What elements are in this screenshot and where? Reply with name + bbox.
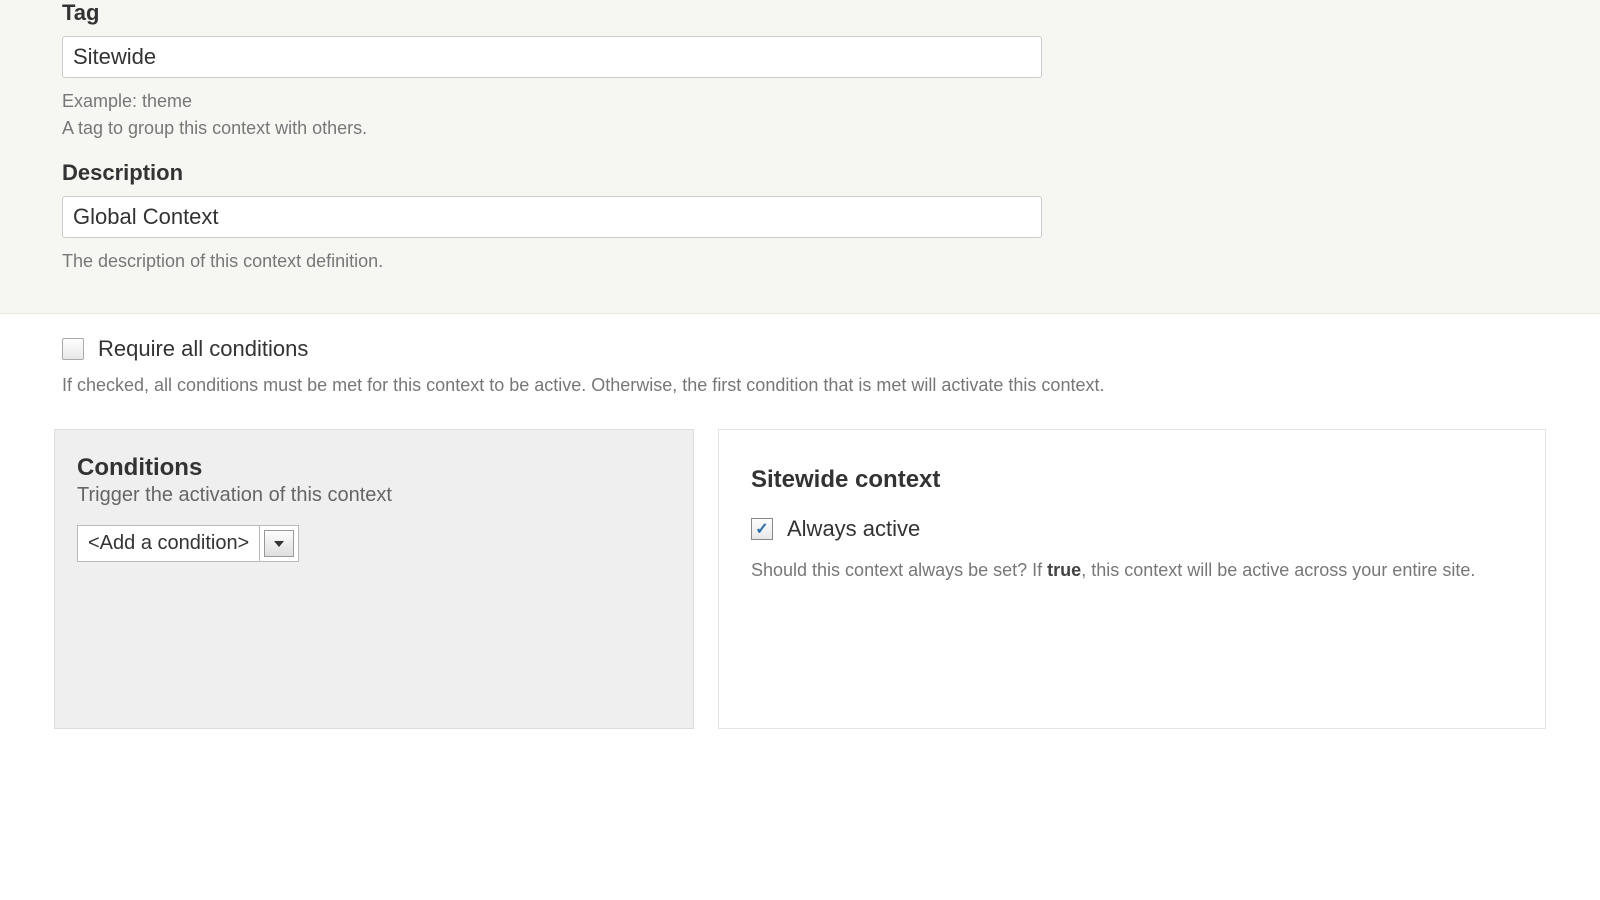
require-all-section: Require all conditions If checked, all c… [0,314,1600,429]
sitewide-help: Should this context always be set? If tr… [751,560,1513,581]
add-condition-select-value: <Add a condition> [78,526,260,561]
chevron-down-icon[interactable] [264,530,294,557]
sitewide-title: Sitewide context [751,466,1513,494]
always-active-checkbox[interactable] [751,518,773,540]
always-active-label: Always active [787,516,920,542]
tag-field-group: Tag Example: theme A tag to group this c… [0,0,1600,160]
require-all-checkbox[interactable] [62,338,84,360]
require-all-label: Require all conditions [98,336,308,362]
conditions-title: Conditions [77,454,671,482]
require-all-help: If checked, all conditions must be met f… [62,372,1538,399]
add-condition-select[interactable]: <Add a condition> [77,525,299,562]
tag-help: Example: theme A tag to group this conte… [62,88,1538,142]
conditions-subtitle: Trigger the activation of this context [77,484,671,507]
description-input[interactable] [62,196,1042,238]
tag-input[interactable] [62,36,1042,78]
conditions-panel: Conditions Trigger the activation of thi… [54,429,694,729]
sitewide-context-panel: Sitewide context Always active Should th… [718,429,1546,729]
tag-label: Tag [62,0,1538,26]
description-help: The description of this context definiti… [62,248,1538,275]
description-field-group: Description The description of this cont… [0,160,1600,293]
description-label: Description [62,160,1538,186]
